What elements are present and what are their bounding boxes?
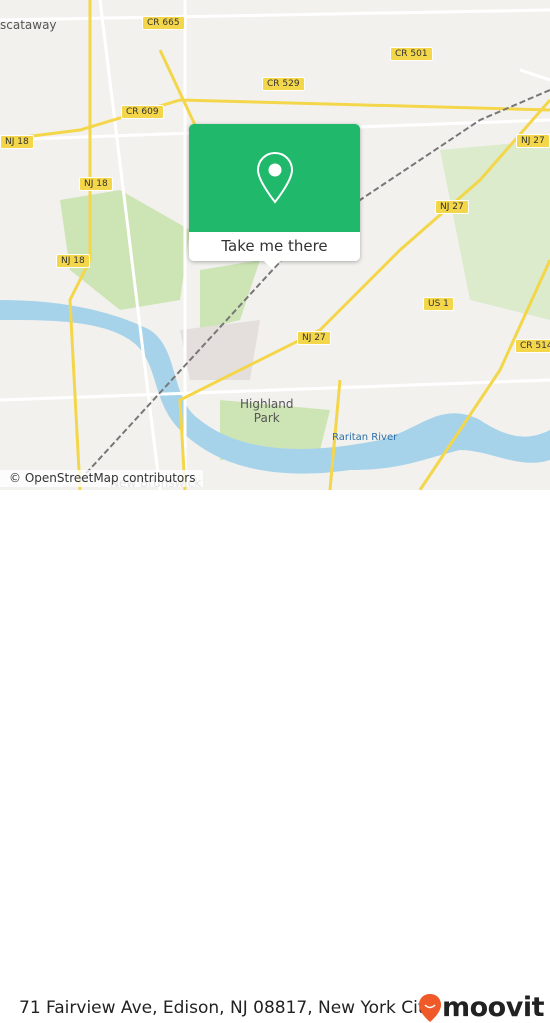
address-text: 71 Fairview Ave, Edison, NJ 08817, New Y… — [19, 998, 435, 1018]
location-popup: Take me there — [189, 124, 360, 261]
footer: 71 Fairview Ave, Edison, NJ 08817, New Y… — [0, 490, 550, 1023]
map[interactable]: scataway Highland Park New Brunswick Rar… — [0, 0, 550, 490]
river-label: Raritan River — [332, 432, 398, 443]
road-shield: CR 501 — [390, 47, 433, 61]
popup-pointer — [264, 261, 280, 269]
road-shield: CR 665 — [142, 16, 185, 30]
road-shield: NJ 18 — [0, 135, 34, 149]
moovit-pin-icon — [419, 993, 441, 1022]
road-shield: CR 514 — [515, 339, 550, 353]
road-shield: NJ 18 — [56, 254, 90, 268]
road-shield: NJ 27 — [435, 200, 469, 214]
map-pin-icon — [256, 151, 293, 204]
popup-header — [189, 124, 360, 232]
place-label-text: Highland Park — [240, 397, 294, 425]
brand-name: moovit — [442, 992, 545, 1023]
road-shield: NJ 27 — [516, 134, 550, 148]
road-shield: US 1 — [423, 297, 454, 311]
road-shield: NJ 18 — [79, 177, 113, 191]
place-label: scataway — [0, 18, 57, 32]
road-shield: CR 609 — [121, 105, 164, 119]
place-label: Highland Park — [240, 397, 294, 425]
take-me-there-button[interactable]: Take me there — [189, 232, 360, 261]
moovit-logo: moovit — [418, 992, 545, 1023]
road-shield: NJ 27 — [297, 331, 331, 345]
road-shield: CR 529 — [262, 77, 305, 91]
map-attribution[interactable]: © OpenStreetMap contributors — [0, 470, 204, 487]
